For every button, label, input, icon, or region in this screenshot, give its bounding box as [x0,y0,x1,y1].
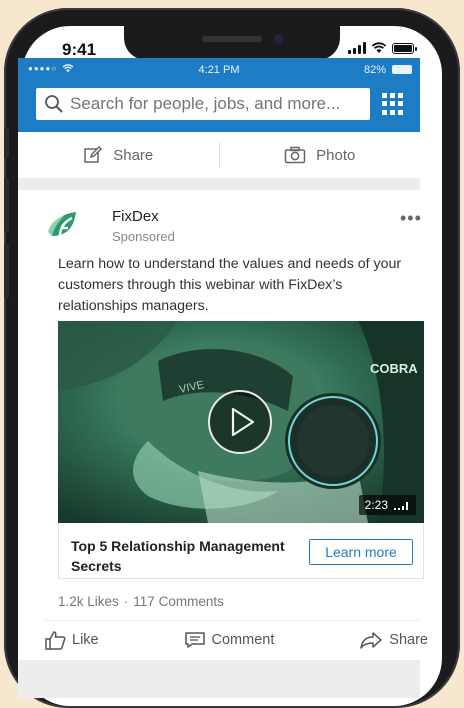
comments-count[interactable]: 117 Comments [133,594,224,609]
play-icon [231,407,255,437]
share-label: Share [389,632,428,648]
comment-icon [184,632,205,648]
camera-icon [284,146,306,164]
likes-count[interactable]: 1.2k Likes [58,594,119,609]
volume-down-button [4,244,9,298]
device-time: 9:41 [62,40,97,59]
share-bar: Share Photo [18,132,420,179]
share-post-button[interactable]: Share [18,145,219,165]
app-status-bar: ●●●●○ 4:21 PM 82% [18,58,420,82]
search-input[interactable] [64,93,370,115]
video-player[interactable]: VIVE COBRA 2:23 [58,321,424,523]
feed-bottom-strip [18,660,420,690]
device-status-icons [348,42,417,54]
photo-label: Photo [316,146,356,164]
app-status-time: 4:21 PM [198,64,240,76]
play-button[interactable] [208,390,272,454]
video-duration: 2:23 [364,498,388,512]
company-logo[interactable] [46,206,82,242]
share-post-label: Share [113,146,154,164]
cobra-text: COBRA [370,361,418,376]
ad-footer: Top 5 Relationship Management Secrets Le… [58,523,424,579]
app-battery-percent: 82% [363,64,386,76]
notch [124,26,340,60]
post-stats: 1.2k Likes · 117 Comments [58,594,224,609]
cellular-signal-icon [348,42,366,54]
thumbs-up-icon [45,631,66,650]
share-arrow-icon [360,632,383,649]
battery-icon [392,42,417,54]
sponsored-label: Sponsored [112,229,175,244]
like-button[interactable]: Like [44,630,99,650]
compose-icon [84,145,103,163]
stats-separator: · [123,594,129,609]
volume-bars-icon [394,502,408,510]
ad-title[interactable]: Top 5 Relationship Management Secrets [71,536,301,576]
video-duration-badge: 2:23 [358,495,416,515]
like-label: Like [72,632,99,648]
share-button[interactable]: Share [359,631,428,649]
post-actions: Like Comment Share [44,630,428,650]
more-options-icon[interactable]: ••• [400,208,422,229]
learn-more-button[interactable]: Learn more [309,539,413,565]
wifi-icon [371,42,387,53]
photo-button[interactable]: Photo [220,146,421,164]
volume-up-button [4,178,9,232]
post-text: Learn how to understand the values and n… [58,256,402,314]
comment-label: Comment [211,632,275,648]
comment-button[interactable]: Comment [184,631,275,649]
search-icon [45,95,63,113]
front-camera [274,34,284,44]
search-bar[interactable] [36,88,370,120]
actions-divider [44,620,420,621]
apps-grid-icon[interactable] [382,93,404,115]
app-battery-icon [392,65,412,74]
mute-switch [4,128,9,158]
speaker [202,36,262,42]
company-name[interactable]: FixDex [112,208,159,225]
